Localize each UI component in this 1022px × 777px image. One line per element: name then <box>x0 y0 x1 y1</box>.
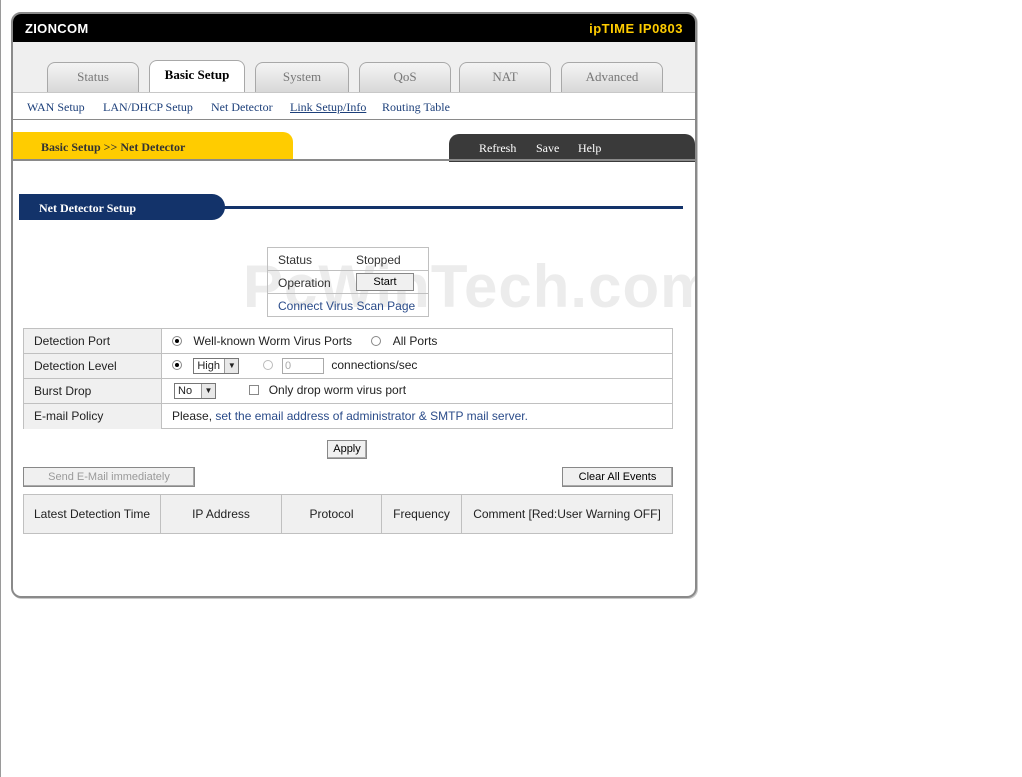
col-comment: Comment [Red:User Warning OFF] <box>473 507 661 521</box>
only-worm-port-checkbox[interactable] <box>249 385 260 396</box>
only-worm-port-label: Only drop worm virus port <box>268 383 407 398</box>
section-header: Net Detector Setup <box>19 194 225 220</box>
well-known-ports-label: Well-known Worm Virus Ports <box>193 334 353 348</box>
sub-navigation: WAN Setup LAN/DHCP Setup Net Detector Li… <box>13 92 695 120</box>
help-link[interactable]: Help <box>578 141 601 156</box>
operation-row: Operation Start <box>268 271 428 294</box>
all-ports-radio[interactable] <box>371 336 382 346</box>
burst-drop-options: No ▼ Only drop worm virus port <box>174 383 406 399</box>
content-divider <box>13 159 695 161</box>
email-policy-text: Please, set the email address of adminis… <box>172 409 528 423</box>
detection-port-options: Well-known Worm Virus Ports All Ports <box>172 334 437 348</box>
email-policy-row: E-mail Policy Please, set the email addr… <box>24 404 672 429</box>
detection-level-row: Detection Level High ▼ 0 connections/sec <box>24 354 672 379</box>
section-rule <box>223 206 683 209</box>
burst-drop-row: Burst Drop No ▼ Only drop worm virus por… <box>24 379 672 404</box>
tab-nat[interactable]: NAT <box>459 62 551 92</box>
connections-input[interactable]: 0 <box>282 358 325 374</box>
subnav-lan-dhcp-setup[interactable]: LAN/DHCP Setup <box>103 100 193 115</box>
status-label: Status <box>278 253 313 267</box>
level-select[interactable]: High ▼ <box>193 358 240 374</box>
detection-level-label: Detection Level <box>24 354 162 378</box>
email-setup-link[interactable]: set the email address of administrator &… <box>215 409 528 423</box>
subnav-link-setup-info[interactable]: Link Setup/Info <box>290 100 366 115</box>
start-button[interactable]: Start <box>356 273 414 291</box>
burst-drop-select[interactable]: No ▼ <box>174 383 216 399</box>
email-policy-label: E-mail Policy <box>24 404 162 429</box>
action-bar: Refresh Save Help <box>449 134 695 162</box>
virus-scan-link[interactable]: Connect Virus Scan Page <box>278 299 415 313</box>
operation-label: Operation <box>278 276 331 290</box>
breadcrumb-bar: Basic Setup >> Net Detector <box>13 132 293 160</box>
save-link[interactable]: Save <box>536 141 559 156</box>
tab-system[interactable]: System <box>255 62 349 92</box>
tab-qos[interactable]: QoS <box>359 62 451 92</box>
well-known-ports-radio[interactable] <box>172 336 182 346</box>
col-protocol: Protocol <box>282 495 382 533</box>
connections-unit: connections/sec <box>331 358 418 373</box>
breadcrumb: Basic Setup >> Net Detector <box>41 140 186 154</box>
main-tabs: Status Basic Setup System QoS NAT Advanc… <box>13 42 695 93</box>
apply-button[interactable]: Apply <box>327 440 367 459</box>
detection-port-row: Detection Port Well-known Worm Virus Por… <box>24 329 672 354</box>
status-value: Stopped <box>356 253 401 267</box>
detection-port-label: Detection Port <box>24 329 162 353</box>
tab-advanced[interactable]: Advanced <box>561 62 663 92</box>
detection-level-options: High ▼ 0 connections/sec <box>172 358 417 374</box>
col-latest-detection-time: Latest Detection Time <box>24 495 161 533</box>
col-ip-address: IP Address <box>161 495 282 533</box>
all-ports-label: All Ports <box>392 334 438 348</box>
top-bar: ZIONCOM ipTIME IP0803 <box>13 14 695 42</box>
model-name: ipTIME IP0803 <box>589 21 683 36</box>
subnav-routing-table[interactable]: Routing Table <box>382 100 450 115</box>
col-frequency: Frequency <box>382 495 462 533</box>
tab-status[interactable]: Status <box>47 62 139 92</box>
custom-level-radio[interactable] <box>262 360 273 371</box>
status-panel: Status Stopped Operation Start Connect V… <box>267 247 429 317</box>
preset-level-radio[interactable] <box>172 360 182 371</box>
clear-events-button[interactable]: Clear All Events <box>562 467 673 487</box>
tab-basic-setup[interactable]: Basic Setup <box>149 60 245 93</box>
events-table: Latest Detection Time IP Address Protoco… <box>23 494 673 534</box>
level-select-value: High <box>197 360 220 372</box>
status-row: Status Stopped <box>268 248 428 271</box>
burst-drop-select-value: No <box>178 385 193 397</box>
subnav-net-detector[interactable]: Net Detector <box>211 100 273 115</box>
burst-drop-label: Burst Drop <box>24 379 162 403</box>
chevron-down-icon: ▼ <box>224 359 239 373</box>
subnav-wan-setup[interactable]: WAN Setup <box>27 100 85 115</box>
brand-logo: ZIONCOM <box>25 21 89 36</box>
refresh-link[interactable]: Refresh <box>479 141 516 156</box>
chevron-down-icon: ▼ <box>201 384 215 398</box>
send-email-button[interactable]: Send E-Mail immediately <box>23 467 195 487</box>
detector-settings-table: Detection Port Well-known Worm Virus Por… <box>23 328 673 429</box>
section-title: Net Detector Setup <box>39 201 137 215</box>
email-policy-prefix: Please, <box>172 409 213 423</box>
router-admin-frame: ZIONCOM ipTIME IP0803 Status Basic Setup… <box>11 12 697 598</box>
